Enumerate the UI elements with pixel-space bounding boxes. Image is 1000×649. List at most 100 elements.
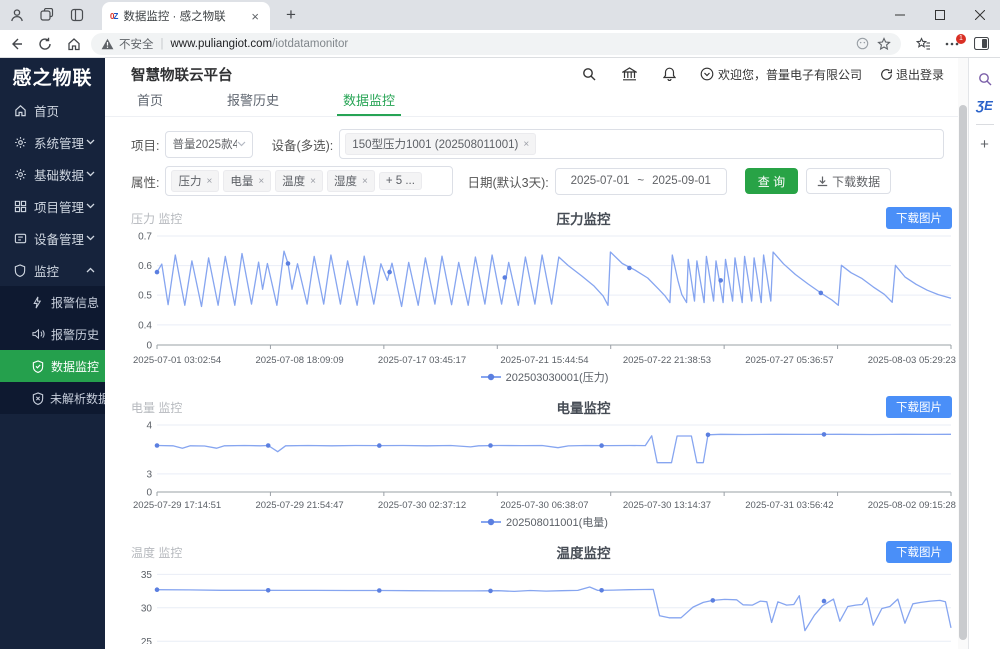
query-button[interactable]: 查 询 bbox=[745, 168, 798, 194]
data-point[interactable] bbox=[155, 587, 160, 592]
scrollbar-thumb[interactable] bbox=[959, 105, 967, 640]
feedback-icon[interactable] bbox=[856, 37, 869, 50]
selected-tag[interactable]: + 5 ... bbox=[379, 172, 422, 190]
data-point[interactable] bbox=[822, 599, 827, 604]
chevron-circle-icon bbox=[700, 67, 714, 81]
selected-tag[interactable]: 温度× bbox=[275, 170, 323, 192]
date-range-input[interactable]: 2025-07-01 ~ 2025-09-01 bbox=[555, 168, 727, 195]
sidebar-subitem-0[interactable]: 报警信息 bbox=[0, 286, 105, 318]
selected-tag[interactable]: 电量 × bbox=[223, 170, 271, 192]
data-point[interactable] bbox=[488, 589, 493, 594]
selected-tag[interactable]: 湿度× bbox=[327, 170, 375, 192]
device-multiselect[interactable]: 150型压力1001 (202508011001)× bbox=[339, 129, 944, 159]
url-domain: www.puliangiot.com bbox=[171, 38, 273, 50]
data-point[interactable] bbox=[627, 266, 632, 271]
tab-actions-icon[interactable] bbox=[64, 3, 90, 27]
tag-remove-icon[interactable]: × bbox=[206, 176, 212, 187]
data-point[interactable] bbox=[711, 598, 716, 603]
attribute-multiselect[interactable]: 压力×电量×温度×湿度×+ 5 ... bbox=[165, 166, 453, 196]
refresh-icon[interactable] bbox=[32, 33, 58, 55]
sidebar-subitem-1[interactable]: 报警历史 bbox=[0, 318, 105, 350]
bookmark-star-icon[interactable] bbox=[877, 37, 891, 51]
security-label[interactable]: 不安全 bbox=[119, 36, 154, 52]
profile-icon[interactable] bbox=[4, 3, 30, 27]
data-point[interactable] bbox=[718, 278, 723, 283]
tag-remove-icon[interactable]: × bbox=[523, 139, 529, 150]
sidebar-item-label: 项目管理 bbox=[34, 197, 86, 216]
data-point[interactable] bbox=[819, 291, 824, 296]
data-point[interactable] bbox=[266, 443, 271, 448]
home-icon[interactable] bbox=[61, 33, 87, 55]
sidebar-add-icon[interactable]: + bbox=[980, 131, 989, 157]
sidebar-app-icon[interactable]: ƷE bbox=[976, 92, 993, 118]
selected-tag[interactable]: 150型压力1001 (202508011001)× bbox=[345, 133, 536, 155]
sidebar-item-3[interactable]: 项目管理 bbox=[0, 190, 105, 222]
legend-label: 202508011001(电量) bbox=[506, 514, 608, 530]
welcome-menu[interactable]: 欢迎您，普量电子有限公司 bbox=[700, 66, 862, 83]
chart-legend[interactable]: 202503030001(压力) bbox=[131, 369, 958, 385]
sidebar-subitem-3[interactable]: 未解析数据 bbox=[0, 382, 105, 414]
data-point[interactable] bbox=[155, 270, 160, 275]
app-tabbar: 首页 报警历史 数据监控 bbox=[105, 90, 958, 117]
maximize-button[interactable] bbox=[920, 0, 960, 30]
sidebar-item-5[interactable]: 监控 bbox=[0, 254, 105, 286]
sidebar-search-icon[interactable] bbox=[978, 66, 992, 92]
tag-label: + 5 ... bbox=[386, 175, 415, 187]
chart-plot[interactable]: 353025 bbox=[131, 566, 953, 644]
download-image-button[interactable]: 下载图片 bbox=[886, 396, 952, 418]
chart-header: 压力 监控压力监控下载图片 bbox=[131, 206, 958, 230]
search-icon[interactable] bbox=[582, 67, 596, 81]
data-point[interactable] bbox=[286, 261, 291, 266]
tab-0[interactable]: 首页 bbox=[131, 90, 169, 116]
data-point[interactable] bbox=[706, 433, 711, 438]
download-data-label: 下载数据 bbox=[832, 173, 880, 190]
new-tab-button[interactable]: + bbox=[280, 5, 302, 25]
more-menu-icon[interactable]: 1 bbox=[939, 33, 965, 55]
logout-button[interactable]: 退出登录 bbox=[880, 66, 944, 83]
minimize-button[interactable] bbox=[880, 0, 920, 30]
bell-icon[interactable] bbox=[663, 67, 676, 81]
close-button[interactable] bbox=[960, 0, 1000, 30]
chart-plot[interactable]: 430 bbox=[131, 421, 953, 499]
data-point[interactable] bbox=[503, 275, 508, 280]
tag-remove-icon[interactable]: × bbox=[258, 176, 264, 187]
workspaces-icon[interactable] bbox=[34, 3, 60, 27]
tag-remove-icon[interactable]: × bbox=[362, 176, 368, 187]
url-separator: | bbox=[161, 38, 164, 50]
back-icon[interactable] bbox=[3, 33, 29, 55]
browser-tab[interactable]: 0Z 数据监控 · 感之物联 × bbox=[102, 2, 270, 30]
data-point[interactable] bbox=[822, 432, 827, 437]
data-point[interactable] bbox=[488, 443, 493, 448]
data-point[interactable] bbox=[387, 270, 392, 275]
sidebar-subitem-2[interactable]: 数据监控 bbox=[0, 350, 105, 382]
sidebar-item-0[interactable]: 首页 bbox=[0, 94, 105, 126]
download-image-button[interactable]: 下载图片 bbox=[886, 207, 952, 229]
window-controls bbox=[880, 0, 1000, 30]
data-point[interactable] bbox=[599, 443, 604, 448]
data-point[interactable] bbox=[266, 588, 271, 593]
data-point[interactable] bbox=[377, 588, 382, 593]
tab-title: 数据监控 · 感之物联 bbox=[123, 8, 248, 24]
data-point[interactable] bbox=[599, 588, 604, 593]
sidebar-item-2[interactable]: 基础数据 bbox=[0, 158, 105, 190]
tag-remove-icon[interactable]: × bbox=[310, 176, 316, 187]
tab-close-icon[interactable]: × bbox=[248, 9, 262, 24]
data-point[interactable] bbox=[377, 443, 382, 448]
organization-icon[interactable] bbox=[622, 67, 637, 81]
chart-legend[interactable]: 202508011001(电量) bbox=[131, 514, 958, 530]
tab-1[interactable]: 报警历史 bbox=[221, 90, 285, 116]
project-select[interactable]: 普量2025款4... bbox=[165, 131, 253, 158]
download-image-button[interactable]: 下载图片 bbox=[886, 541, 952, 563]
url-bar[interactable]: 不安全 | www.puliangiot.com/iotdatamonitor bbox=[91, 33, 901, 55]
tag-label: 电量 bbox=[230, 173, 253, 189]
x-axis-tick-label: 2025-07-30 02:37:12 bbox=[378, 500, 466, 511]
data-point[interactable] bbox=[155, 443, 160, 448]
download-data-button[interactable]: 下载数据 bbox=[806, 168, 891, 194]
chart-plot[interactable]: 0.70.60.50.40 bbox=[131, 232, 953, 354]
tab-2[interactable]: 数据监控 bbox=[337, 90, 401, 116]
selected-tag[interactable]: 压力× bbox=[171, 170, 219, 192]
split-screen-icon[interactable] bbox=[968, 33, 994, 55]
sidebar-item-1[interactable]: 系统管理 bbox=[0, 126, 105, 158]
sidebar-item-4[interactable]: 设备管理 bbox=[0, 222, 105, 254]
favorites-icon[interactable] bbox=[910, 33, 936, 55]
